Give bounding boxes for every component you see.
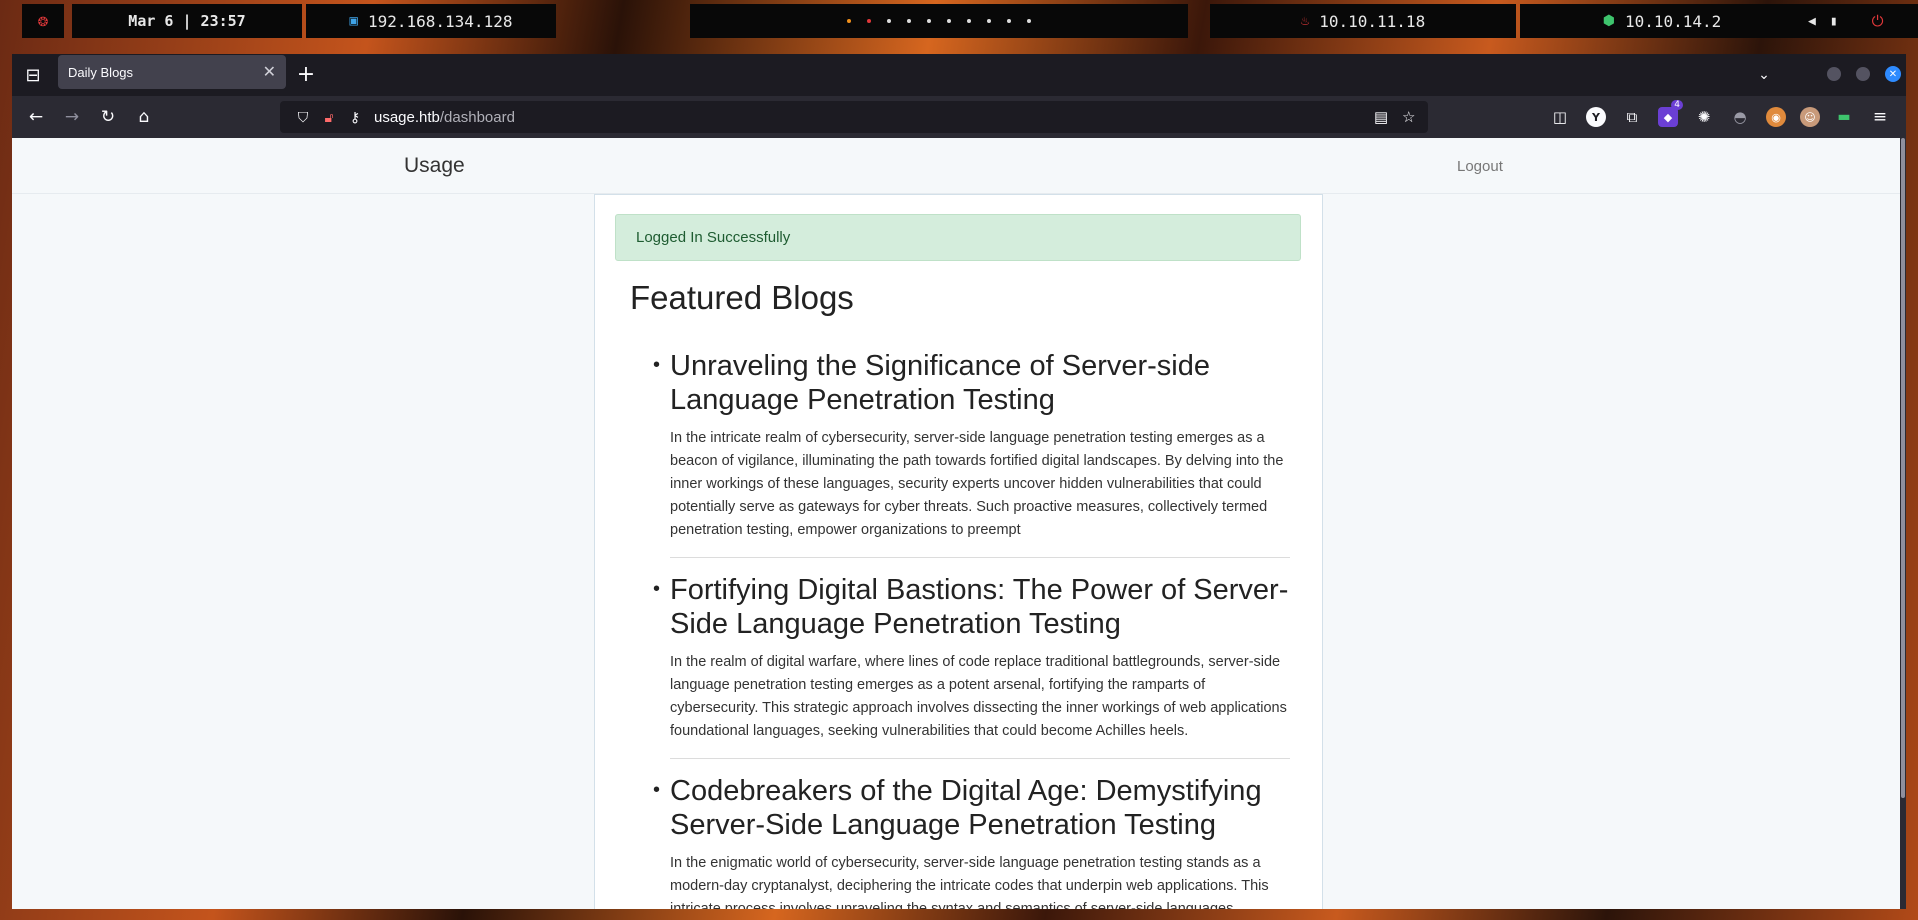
reader-view-icon[interactable]: ▤ (1374, 101, 1388, 133)
power-icon[interactable]: ⏻ (1872, 12, 1884, 30)
success-alert: Logged In Successfully (615, 214, 1301, 261)
volume-icon[interactable]: ◀ (1808, 14, 1816, 29)
chevron-down-icon[interactable]: ⌄ (1752, 63, 1776, 87)
close-window-button[interactable]: ✕ (1885, 66, 1901, 82)
bookmark-star-icon[interactable]: ☆ (1402, 101, 1415, 133)
insecure-lock-icon[interactable]: 🔓︎ (316, 109, 342, 126)
browser-window: ⊟ Daily Blogs ✕ + ⌄ ✕ ← → ↻ ⌂ ⛉ 🔓︎ ⚷ usa… (12, 54, 1906, 909)
blog-post: • Codebreakers of the Digital Age: Demys… (653, 774, 1290, 909)
blog-post-body: In the realm of digital warfare, where l… (670, 654, 1287, 739)
scrollbar-thumb[interactable] (1901, 138, 1905, 798)
workspace-dot[interactable] (887, 19, 891, 23)
bullet-icon: • (653, 354, 661, 376)
vpn-ip: 10.10.14.2 (1624, 11, 1722, 31)
workspace-dot[interactable] (1007, 19, 1011, 23)
workspace-dot[interactable] (967, 19, 971, 23)
alert-text: Logged In Successfully (636, 229, 791, 246)
cube-icon: ⬢ (1602, 13, 1615, 29)
divider (670, 758, 1290, 759)
tab-list-icon[interactable]: ⊟ (22, 64, 44, 86)
workspace-dots[interactable] (847, 19, 1031, 23)
web-page: Usage Logout Logged In Successfully Feat… (12, 138, 1906, 909)
incognito-icon[interactable]: ◓ (1730, 107, 1750, 127)
datetime: Mar 6 | 23:57 (128, 12, 246, 30)
bullet-icon: • (653, 578, 661, 600)
key-icon[interactable]: ⚷ (342, 109, 368, 126)
bullet-icon: • (653, 779, 661, 801)
target-icon: ♨ (1300, 13, 1310, 29)
new-tab-icon[interactable]: + (294, 62, 318, 87)
tab-bar: ⊟ Daily Blogs ✕ + ⌄ ✕ (12, 54, 1906, 96)
shield-icon[interactable]: ⛉ (290, 109, 316, 126)
pocket-icon[interactable]: ◫ (1550, 107, 1570, 127)
navigation-toolbar: ← → ↻ ⌂ ⛉ 🔓︎ ⚷ usage.htb/dashboard ▤ ☆ ◫… (12, 96, 1906, 138)
blog-post-title: Fortifying Digital Bastions: The Power o… (670, 574, 1289, 640)
extension-badge: 4 (1671, 100, 1683, 110)
system-panel: ❂ Mar 6 | 23:57 ▣ 192.168.134.128 ♨ 10.1… (0, 0, 1918, 42)
workspace-dot[interactable] (1027, 19, 1031, 23)
terminal-extension-icon[interactable]: ▬ (1834, 107, 1854, 127)
workspace-dot[interactable] (927, 19, 931, 23)
site-navbar: Usage Logout (12, 138, 1906, 194)
workspace-dot[interactable] (867, 19, 871, 23)
reload-icon[interactable]: ↻ (94, 103, 122, 131)
extension-badge-icon[interactable]: 4 ◆ (1658, 100, 1683, 127)
back-icon[interactable]: ← (22, 103, 50, 131)
clock-widget: Mar 6 | 23:57 (72, 4, 302, 38)
dashboard-card: Logged In Successfully Featured Blogs • … (594, 194, 1323, 909)
home-icon[interactable]: ⌂ (130, 103, 158, 131)
workspace-dot[interactable] (987, 19, 991, 23)
yandex-extension-icon[interactable]: Y (1586, 107, 1606, 127)
hamburger-menu-icon[interactable]: ≡ (1870, 107, 1890, 127)
url-path: /dashboard (439, 108, 515, 126)
tab-daily-blogs[interactable]: Daily Blogs ✕ (58, 55, 286, 89)
workspace-dot[interactable] (947, 19, 951, 23)
monitor-icon: ▣ (349, 13, 358, 29)
maximize-button[interactable] (1856, 67, 1870, 81)
blog-post-body: In the intricate realm of cybersecurity,… (670, 430, 1284, 538)
page-title: Featured Blogs (630, 279, 854, 316)
vm-ip: 192.168.134.128 (367, 11, 513, 31)
vpn-ip-widget: ⬢ 10.10.14.2 (1520, 4, 1804, 38)
target-ip-widget: ♨ 10.10.11.18 (1210, 4, 1516, 38)
vm-ip-widget: ▣ 192.168.134.128 (306, 4, 556, 38)
url-bar[interactable]: ⛉ 🔓︎ ⚷ usage.htb/dashboard ▤ ☆ (280, 101, 1428, 133)
minimize-button[interactable] (1827, 67, 1841, 81)
tray: ◀ ▮ ⏻ (1800, 4, 1918, 38)
workspace-switcher[interactable] (690, 4, 1188, 38)
workspace-dot[interactable] (907, 19, 911, 23)
extensions-icon[interactable]: ⧉ (1622, 107, 1642, 127)
blog-post: • Unraveling the Significance of Server-… (653, 349, 1290, 558)
forward-icon[interactable]: → (58, 103, 86, 131)
fox-extension-icon[interactable]: ◉ (1766, 107, 1786, 127)
cookie-icon[interactable]: ✺ (1694, 107, 1714, 127)
menu-launcher[interactable]: ❂ (22, 4, 64, 38)
divider (670, 557, 1290, 558)
workspace-dot[interactable] (847, 19, 851, 23)
blog-post-title: Unraveling the Significance of Server-si… (670, 350, 1210, 416)
battery-icon[interactable]: ▮ (1830, 14, 1838, 29)
tab-title: Daily Blogs (68, 64, 134, 80)
url-host: usage.htb (374, 108, 440, 126)
logout-link[interactable]: Logout (1457, 158, 1503, 175)
site-brand[interactable]: Usage (404, 154, 465, 178)
target-ip: 10.10.11.18 (1319, 11, 1426, 31)
blog-post-title: Codebreakers of the Digital Age: Demysti… (670, 775, 1262, 841)
avatar-extension-icon[interactable]: ☺ (1800, 107, 1820, 127)
fingerprint-icon: ❂ (37, 11, 49, 31)
blog-post: • Fortifying Digital Bastions: The Power… (653, 573, 1290, 759)
close-tab-icon[interactable]: ✕ (263, 62, 276, 82)
blog-post-body: In the enigmatic world of cybersecurity,… (670, 855, 1269, 909)
